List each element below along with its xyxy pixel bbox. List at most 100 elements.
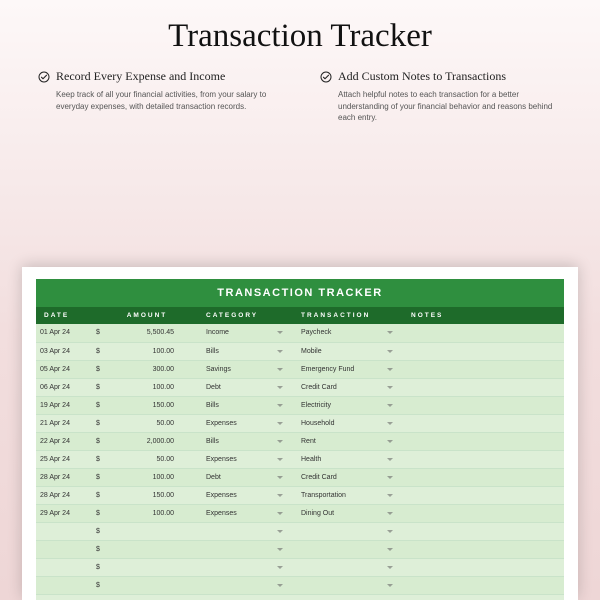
cell-notes[interactable]	[407, 558, 564, 576]
cell-notes[interactable]	[407, 342, 564, 360]
cell-transaction[interactable]: Electricity	[297, 396, 407, 414]
cell-notes[interactable]	[407, 576, 564, 594]
cell-date[interactable]: 21 Apr 24	[36, 414, 92, 432]
cell-notes[interactable]	[407, 504, 564, 522]
dropdown-label: Paycheck	[301, 329, 331, 336]
cell-transaction[interactable]: Paycheck	[297, 324, 407, 342]
chevron-down-icon	[387, 566, 393, 569]
cell-date[interactable]: 01 Apr 24	[36, 324, 92, 342]
cell-date[interactable]	[36, 522, 92, 540]
cell-category[interactable]: Expenses	[202, 450, 297, 468]
cell-category[interactable]	[202, 576, 297, 594]
cell-category[interactable]: Bills	[202, 396, 297, 414]
cell-transaction[interactable]: Rent	[297, 432, 407, 450]
cell-notes[interactable]	[407, 522, 564, 540]
cell-date[interactable]: 28 Apr 24	[36, 486, 92, 504]
cell-date[interactable]: 03 Apr 24	[36, 342, 92, 360]
cell-category[interactable]	[202, 540, 297, 558]
cell-amount[interactable]: $100.00	[92, 504, 202, 522]
cell-amount[interactable]: $	[92, 540, 202, 558]
cell-notes[interactable]	[407, 450, 564, 468]
cell-amount[interactable]: $50.00	[92, 414, 202, 432]
cell-notes[interactable]	[407, 396, 564, 414]
chevron-down-icon	[277, 368, 283, 371]
col-category: CATEGORY	[202, 307, 297, 324]
cell-transaction[interactable]: Credit Card	[297, 378, 407, 396]
table-row: 25 Apr 24$50.00 Expenses Health	[36, 450, 564, 468]
chevron-down-icon	[387, 350, 393, 353]
cell-date[interactable]	[36, 594, 92, 600]
cell-amount[interactable]: $100.00	[92, 378, 202, 396]
cell-date[interactable]: 06 Apr 24	[36, 378, 92, 396]
cell-amount[interactable]: $5,500.45	[92, 324, 202, 342]
cell-amount[interactable]: $100.00	[92, 468, 202, 486]
table-row: 19 Apr 24$150.00Bills Electricity	[36, 396, 564, 414]
cell-category[interactable]: Income	[202, 324, 297, 342]
cell-category[interactable]: Expenses	[202, 414, 297, 432]
cell-transaction[interactable]: Credit Card	[297, 468, 407, 486]
cell-notes[interactable]	[407, 414, 564, 432]
cell-amount[interactable]: $100.00	[92, 342, 202, 360]
cell-notes[interactable]	[407, 378, 564, 396]
amount-value: 2,000.00	[106, 438, 198, 445]
cell-date[interactable]	[36, 558, 92, 576]
cell-date[interactable]: 29 Apr 24	[36, 504, 92, 522]
cell-notes[interactable]	[407, 486, 564, 504]
cell-notes[interactable]	[407, 324, 564, 342]
table-row: 28 Apr 24$150.00 Expenses Transportation	[36, 486, 564, 504]
cell-amount[interactable]: $	[92, 594, 202, 600]
chevron-down-icon	[277, 404, 283, 407]
dropdown-label: Electricity	[301, 402, 331, 409]
chevron-down-icon	[387, 512, 393, 515]
cell-transaction[interactable]	[297, 540, 407, 558]
cell-category[interactable]	[202, 594, 297, 600]
cell-transaction[interactable]	[297, 594, 407, 600]
cell-amount[interactable]: $	[92, 576, 202, 594]
cell-category[interactable]: Savings	[202, 360, 297, 378]
cell-amount[interactable]: $300.00	[92, 360, 202, 378]
cell-amount[interactable]: $150.00	[92, 486, 202, 504]
cell-category[interactable]: Expenses	[202, 504, 297, 522]
table-row: 22 Apr 24$2,000.00 Bills Rent	[36, 432, 564, 450]
cell-transaction[interactable]: Dining Out	[297, 504, 407, 522]
dropdown-label: Expenses	[206, 456, 237, 463]
cell-amount[interactable]: $	[92, 522, 202, 540]
cell-amount[interactable]: $50.00	[92, 450, 202, 468]
cell-category[interactable]	[202, 522, 297, 540]
cell-date[interactable]: 19 Apr 24	[36, 396, 92, 414]
cell-date[interactable]: 22 Apr 24	[36, 432, 92, 450]
cell-notes[interactable]	[407, 360, 564, 378]
cell-date[interactable]	[36, 576, 92, 594]
cell-transaction[interactable]: Transportation	[297, 486, 407, 504]
cell-category[interactable]: Bills	[202, 432, 297, 450]
cell-amount[interactable]: $2,000.00	[92, 432, 202, 450]
dropdown-label: Transportation	[301, 492, 346, 499]
chevron-down-icon	[387, 530, 393, 533]
cell-transaction[interactable]	[297, 576, 407, 594]
cell-notes[interactable]	[407, 594, 564, 600]
cell-date[interactable]	[36, 540, 92, 558]
cell-date[interactable]: 28 Apr 24	[36, 468, 92, 486]
chevron-down-icon	[277, 440, 283, 443]
cell-amount[interactable]: $150.00	[92, 396, 202, 414]
cell-category[interactable]: Debt	[202, 378, 297, 396]
cell-date[interactable]: 05 Apr 24	[36, 360, 92, 378]
table-row: 06 Apr 24$100.00DebtCredit Card	[36, 378, 564, 396]
cell-category[interactable]: Expenses	[202, 486, 297, 504]
cell-transaction[interactable]	[297, 558, 407, 576]
cell-notes[interactable]	[407, 468, 564, 486]
cell-date[interactable]: 25 Apr 24	[36, 450, 92, 468]
cell-category[interactable]: Debt	[202, 468, 297, 486]
dropdown-label: Expenses	[206, 492, 237, 499]
cell-transaction[interactable]: Mobile	[297, 342, 407, 360]
cell-transaction[interactable]: Health	[297, 450, 407, 468]
cell-notes[interactable]	[407, 540, 564, 558]
cell-transaction[interactable]: Household	[297, 414, 407, 432]
cell-transaction[interactable]: Emergency Fund	[297, 360, 407, 378]
dropdown-label: Bills	[206, 438, 219, 445]
cell-amount[interactable]: $	[92, 558, 202, 576]
cell-category[interactable]: Bills	[202, 342, 297, 360]
cell-notes[interactable]	[407, 432, 564, 450]
cell-category[interactable]	[202, 558, 297, 576]
cell-transaction[interactable]	[297, 522, 407, 540]
